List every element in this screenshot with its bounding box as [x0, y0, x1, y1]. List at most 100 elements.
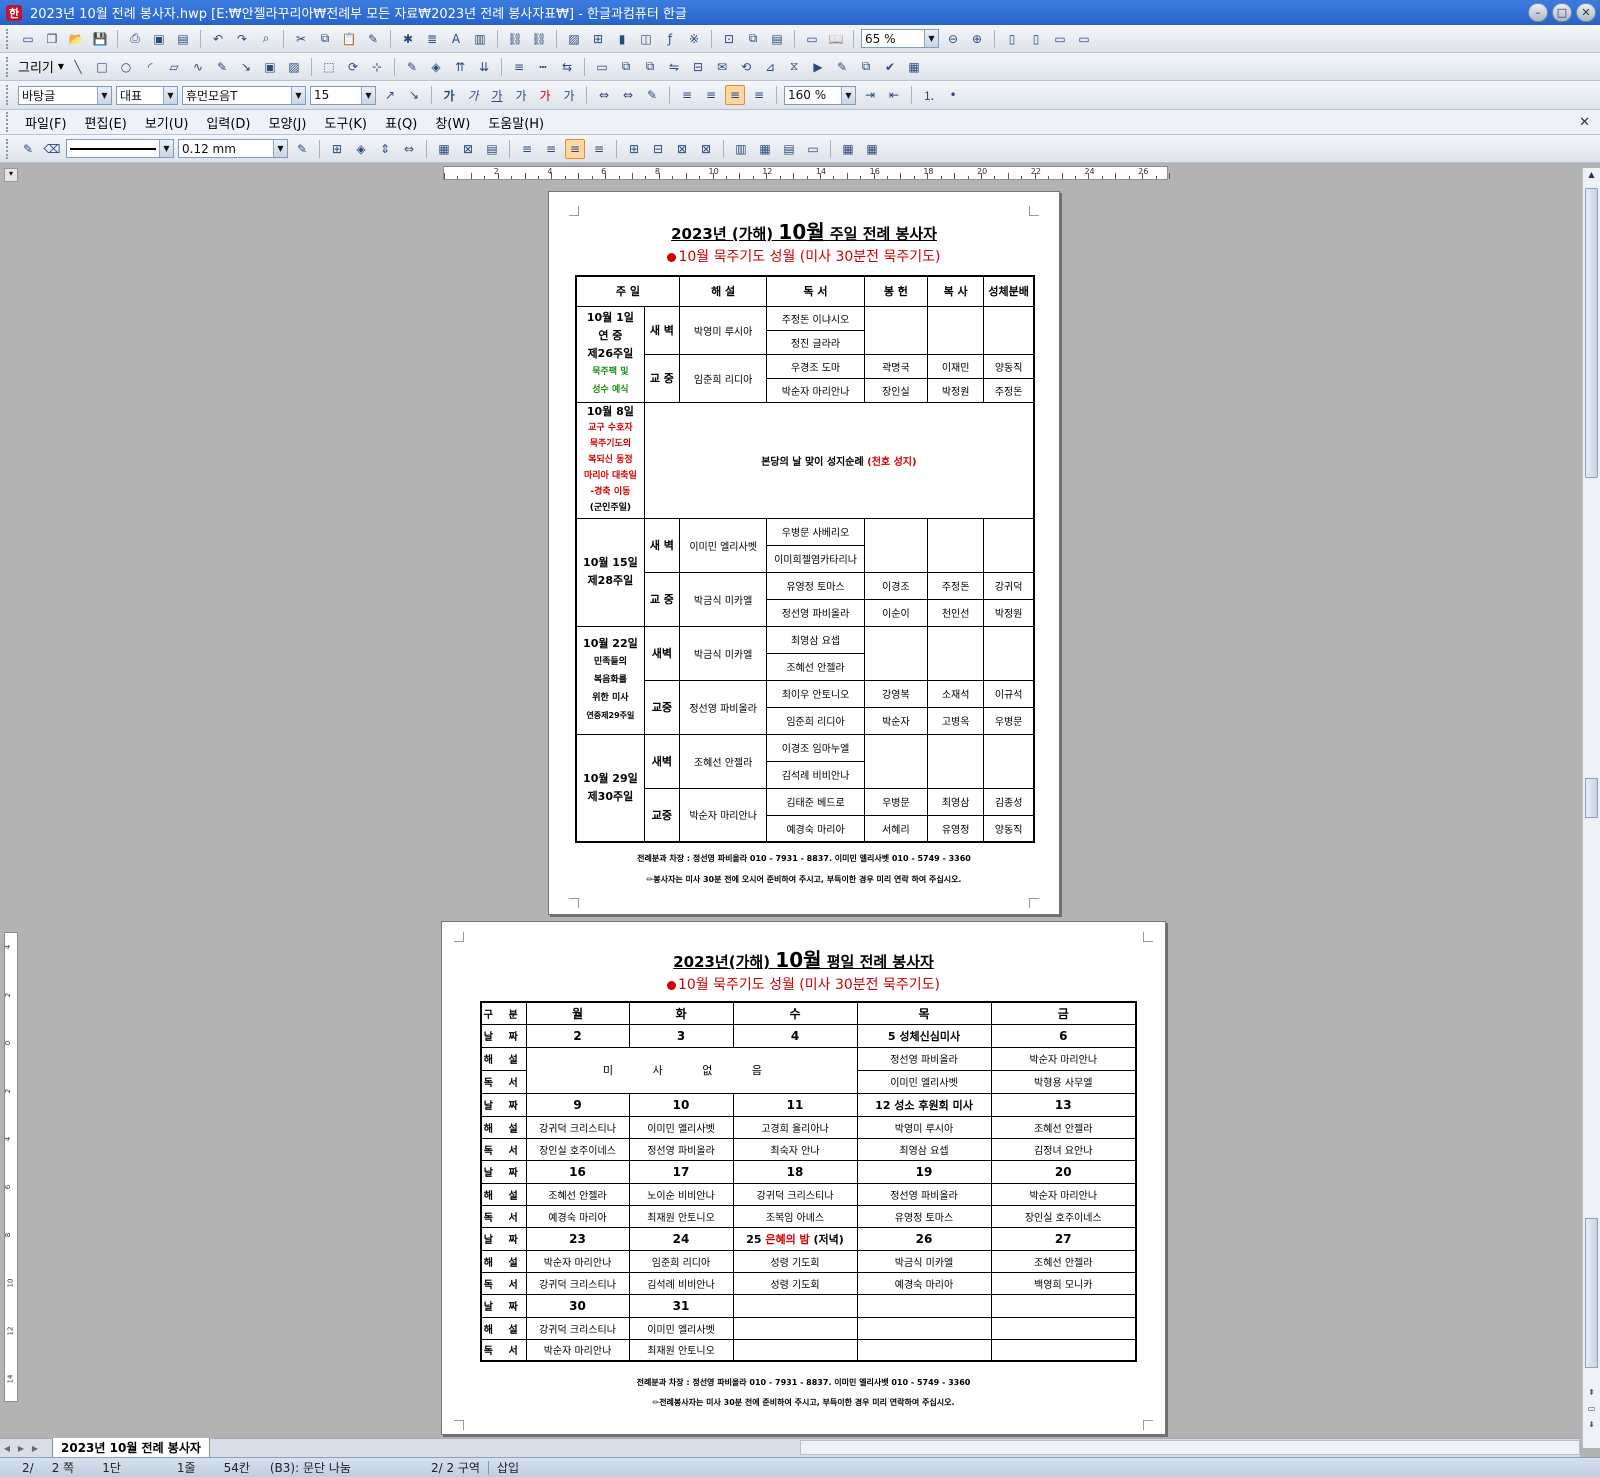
flip-icon[interactable]: ⇋	[664, 57, 684, 77]
zoom-in-icon[interactable]: ⊕	[967, 29, 987, 49]
menu-tools[interactable]: 도구(K)	[317, 113, 374, 132]
page-two-icon[interactable]: ▯	[1026, 29, 1046, 49]
width-equal-icon[interactable]: ⇔	[399, 139, 419, 159]
present-icon[interactable]: ▭	[802, 29, 822, 49]
connector-icon[interactable]: ↘	[236, 57, 256, 77]
distribute-icon[interactable]: ⧉	[640, 57, 660, 77]
page-icon[interactable]: ▭	[1585, 1404, 1598, 1418]
font-size-combo[interactable]: 15 ▼	[310, 85, 376, 105]
stack-icon[interactable]: ⧉	[856, 57, 876, 77]
select-object-icon[interactable]: ⬚	[319, 57, 339, 77]
ok-icon[interactable]: ✔	[880, 57, 900, 77]
copy-icon[interactable]: ⧉	[315, 29, 335, 49]
line-spacing-combo[interactable]: 160 % ▼	[784, 85, 856, 105]
play-icon[interactable]: ▶	[808, 57, 828, 77]
page-copy-icon[interactable]: ⧉	[743, 29, 763, 49]
insert-row-icon[interactable]: ⊞	[624, 139, 644, 159]
line-type-combo[interactable]: ▼	[66, 139, 174, 158]
ole-icon[interactable]: ◫	[636, 29, 656, 49]
column-icon[interactable]: ▥	[470, 29, 490, 49]
paragraph-icon[interactable]: ≣	[422, 29, 442, 49]
find-icon[interactable]: ⌕	[256, 29, 276, 49]
polygon-icon[interactable]: ▱	[164, 57, 184, 77]
font-combo[interactable]: 휴먼모음T ▼	[182, 85, 306, 105]
undo-icon[interactable]: ↶	[208, 29, 228, 49]
refresh-icon[interactable]: ⟲	[736, 57, 756, 77]
shadow-icon[interactable]: ▭	[592, 57, 612, 77]
ruler-corner-button[interactable]: ▾	[4, 168, 18, 182]
fit-page-icon[interactable]: ▭	[1074, 29, 1094, 49]
minimize-button[interactable]: –	[1528, 3, 1548, 22]
book-icon[interactable]: 📖	[826, 29, 846, 49]
tab-next-icon[interactable]: ▶	[14, 1441, 28, 1455]
align-right-icon[interactable]: ≡	[749, 85, 769, 105]
draw-menu[interactable]: 그리기	[18, 57, 54, 76]
underline-icon[interactable]: 가	[487, 85, 507, 105]
valign-bottom-icon[interactable]: ≡	[589, 139, 609, 159]
tab-prev-icon[interactable]: ◀	[0, 1441, 14, 1455]
format-painter-icon[interactable]: ✎	[363, 29, 383, 49]
ellipse-icon[interactable]: ○	[116, 57, 136, 77]
highlight-icon[interactable]: ✎	[642, 85, 662, 105]
close-button[interactable]: ✕	[1576, 3, 1596, 22]
vertical-scrollbar[interactable]: ▲ ⇞ ▭ ⇟	[1582, 168, 1600, 1448]
page-one-icon[interactable]: ▯	[1002, 29, 1022, 49]
next-page-icon[interactable]: ⇟	[1585, 1420, 1598, 1434]
edit-points-icon[interactable]: ✎	[832, 57, 852, 77]
vertical-ruler[interactable]: 4 2 0 2 4 6 8 10 12 14	[4, 932, 18, 1402]
line-width-combo[interactable]: 0.12 mm ▼	[178, 139, 288, 158]
hwp-app-icon[interactable]: 한	[6, 4, 22, 21]
line-icon[interactable]: ╲	[68, 57, 88, 77]
maximize-button[interactable]: □	[1552, 3, 1572, 22]
size-down-icon[interactable]: ↘	[404, 85, 424, 105]
split-cell-icon[interactable]: ▥	[731, 139, 751, 159]
line-style-icon[interactable]: ≡	[509, 57, 529, 77]
mirror-icon[interactable]: ⧖	[784, 57, 804, 77]
envelope-icon[interactable]: ✉	[712, 57, 732, 77]
symbol-icon[interactable]: ※	[684, 29, 704, 49]
menu-view[interactable]: 보기(U)	[138, 113, 196, 132]
height-equal-icon[interactable]: ⇕	[375, 139, 395, 159]
char-shape-icon[interactable]: A	[446, 29, 466, 49]
cell-delete-icon[interactable]: ⊠	[458, 139, 478, 159]
menu-edit[interactable]: 편집(E)	[78, 113, 134, 132]
menu-table[interactable]: 표(Q)	[378, 113, 424, 132]
cell-grid-icon[interactable]: ▦	[434, 139, 454, 159]
open-folder-icon[interactable]: 📂	[66, 29, 86, 49]
paste-icon[interactable]: 📋	[339, 29, 359, 49]
align-justify-icon[interactable]: ≡	[677, 85, 697, 105]
align-center-icon[interactable]: ≡	[725, 85, 745, 105]
bring-front-icon[interactable]: ⇈	[450, 57, 470, 77]
size-up-icon[interactable]: ↗	[380, 85, 400, 105]
spacing-icon[interactable]: ⇔	[594, 85, 614, 105]
close-doc-icon[interactable]: ✕	[1579, 115, 1590, 130]
border-color-icon[interactable]: ✎	[292, 139, 312, 159]
fit-width-icon[interactable]: ▭	[1050, 29, 1070, 49]
language-combo[interactable]: 대표 ▼	[116, 85, 178, 105]
textbox-icon[interactable]: ▣	[260, 57, 280, 77]
zoom-combo[interactable]: 65 % ▼	[861, 29, 939, 48]
merge-cell-icon[interactable]: ▦	[755, 139, 775, 159]
split-row-icon[interactable]: ▤	[779, 139, 799, 159]
formula-icon[interactable]: ƒ	[660, 29, 680, 49]
menu-insert[interactable]: 입력(D)	[199, 113, 257, 132]
zoom-out-icon[interactable]: ⊖	[943, 29, 963, 49]
style-icon[interactable]: ✱	[398, 29, 418, 49]
fill-color-icon[interactable]: ◈	[426, 57, 446, 77]
italic-icon[interactable]: 가	[463, 85, 483, 105]
indent-icon[interactable]: ⇥	[860, 85, 880, 105]
font-color-icon[interactable]: 가	[535, 85, 555, 105]
redo-icon[interactable]: ↷	[232, 29, 252, 49]
superscript-icon[interactable]: 가	[511, 85, 531, 105]
tab-last-icon[interactable]: ▶	[28, 1441, 42, 1455]
delete-col-icon[interactable]: ⊠	[696, 139, 716, 159]
cell-fill-icon[interactable]: ◈	[351, 139, 371, 159]
pdf-icon[interactable]: ▤	[173, 29, 193, 49]
sum-cell-icon[interactable]: ▦	[862, 139, 882, 159]
table-insert-icon[interactable]: ⊞	[588, 29, 608, 49]
image-icon[interactable]: ▨	[564, 29, 584, 49]
horizontal-scrollbar[interactable]	[800, 1440, 1580, 1455]
send-back-icon[interactable]: ⇊	[474, 57, 494, 77]
insert-col-icon[interactable]: ⊟	[648, 139, 668, 159]
line-color-icon[interactable]: ✎	[402, 57, 422, 77]
